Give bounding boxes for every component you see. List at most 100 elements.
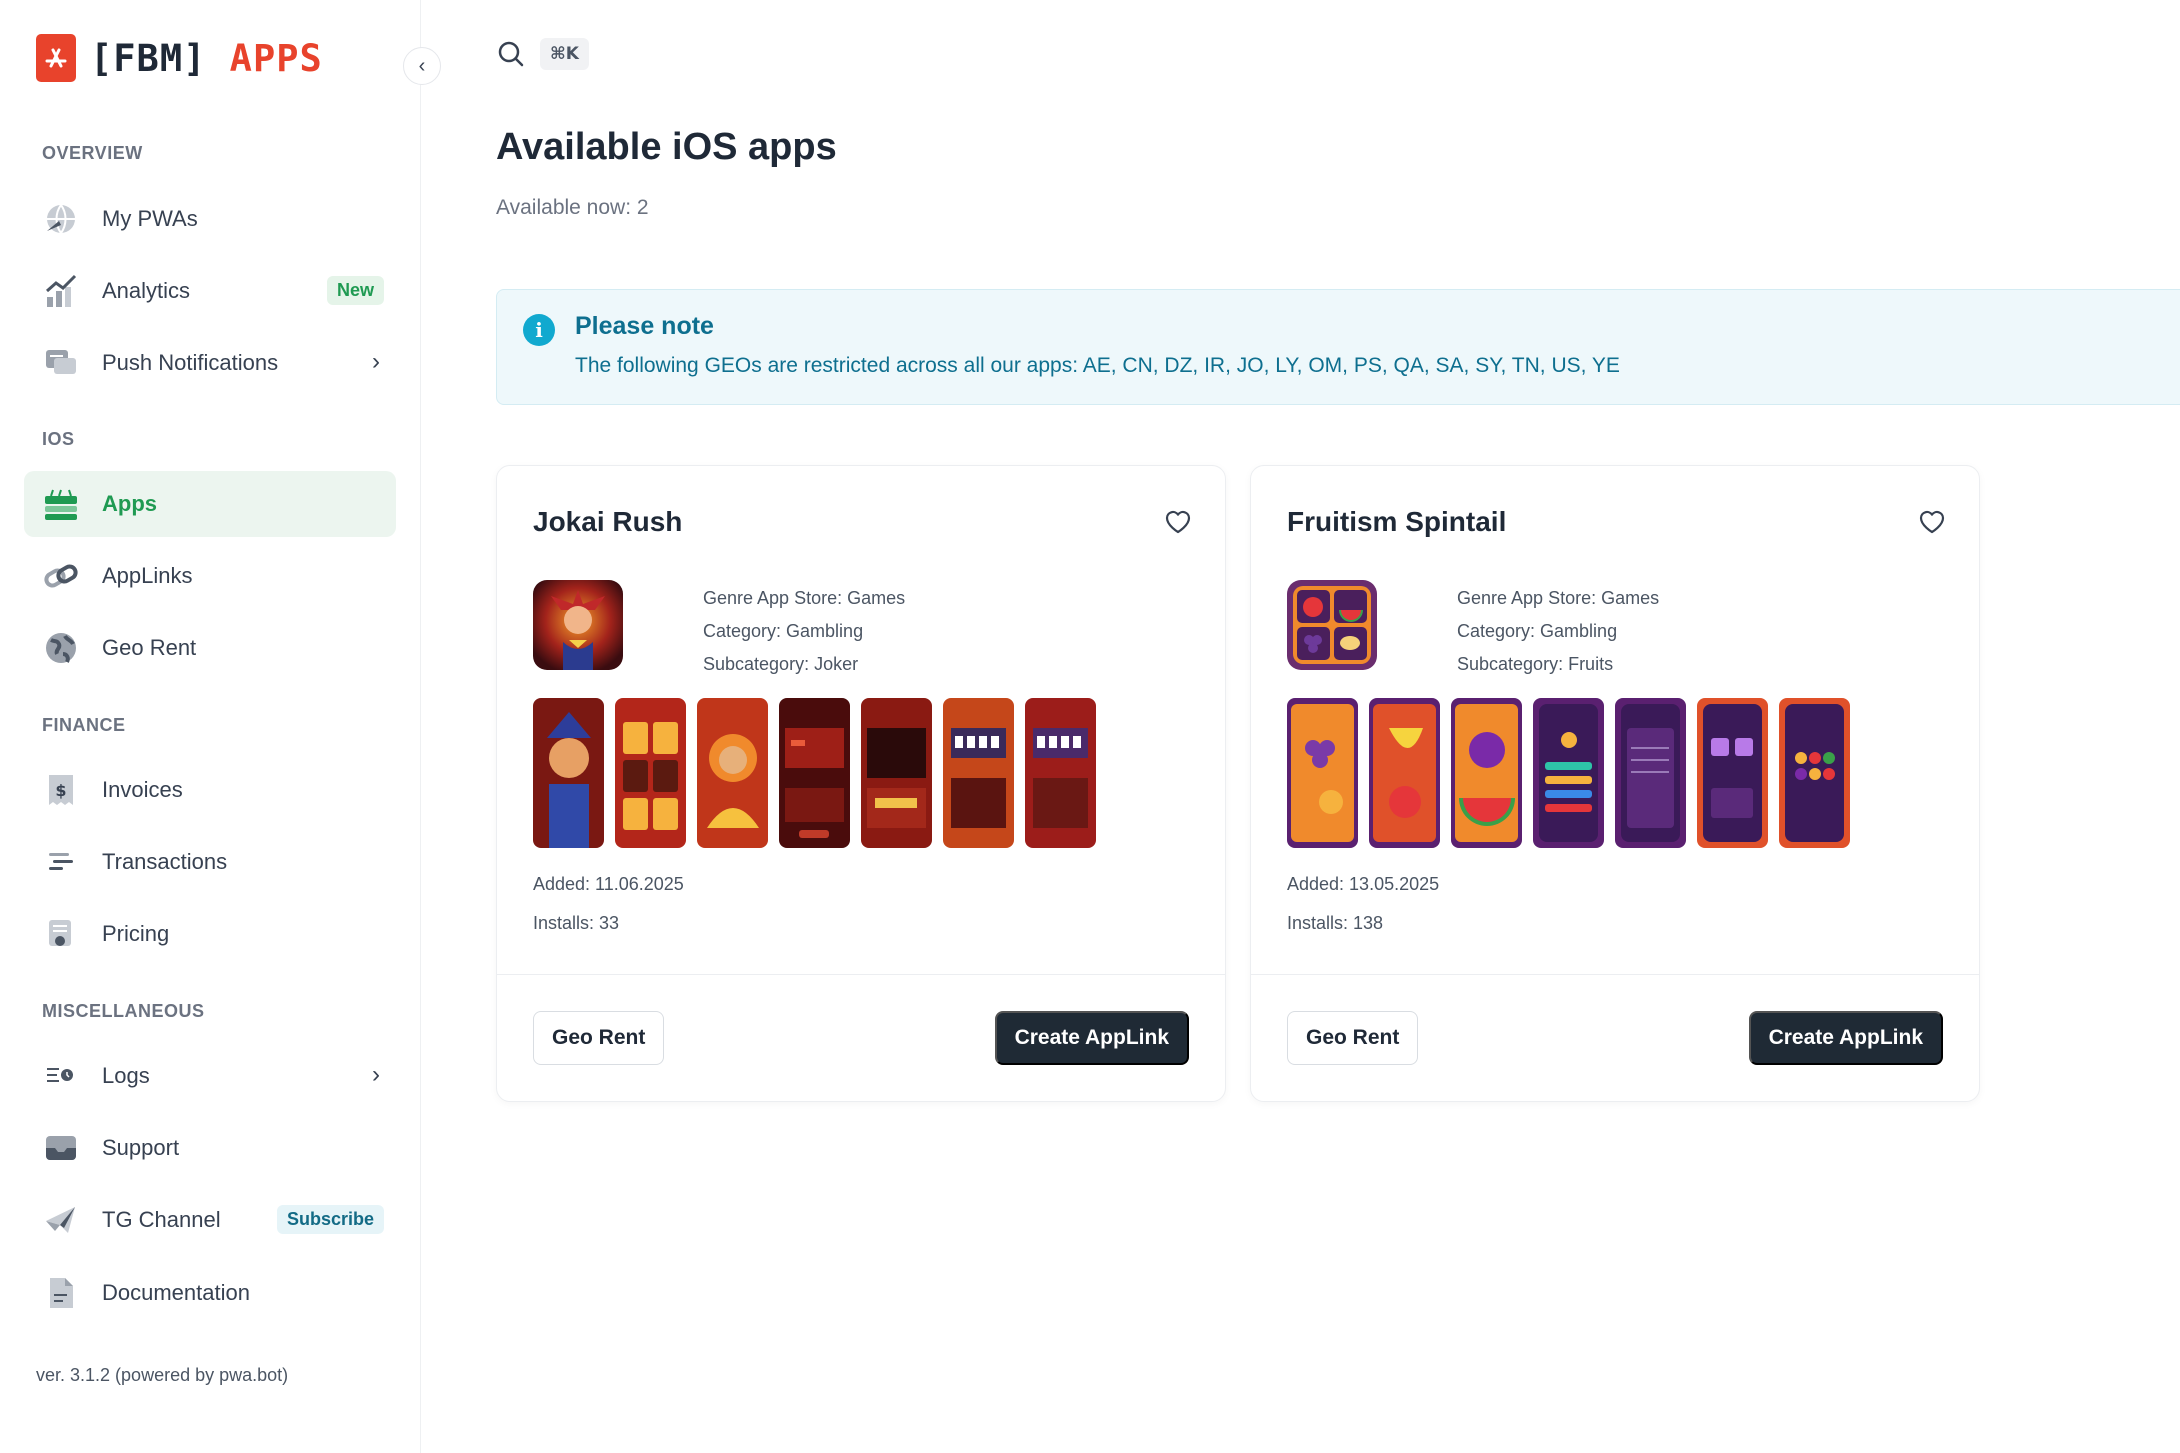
- sidebar-item-pricing[interactable]: Pricing: [24, 901, 396, 967]
- sidebar-item-label: Support: [102, 1135, 180, 1160]
- geo-rent-button[interactable]: Geo Rent: [533, 1011, 665, 1065]
- search-trigger[interactable]: ⌘K: [496, 38, 589, 70]
- genre-text: Genre App Store: Games: [703, 588, 906, 608]
- svg-text:$: $: [55, 781, 66, 800]
- screenshots-row: [1287, 698, 1850, 848]
- card-divider: [1251, 974, 1979, 975]
- section-overview: OVERVIEW: [42, 143, 143, 163]
- sidebar-item-label: AppLinks: [102, 563, 193, 588]
- logo[interactable]: [FBM] APPS: [36, 32, 323, 84]
- invoice-icon: $: [42, 771, 80, 809]
- sidebar-item-label: Pricing: [102, 921, 170, 946]
- sidebar-item-label: Logs: [102, 1063, 150, 1088]
- app-card: Jokai Rush Genre App Store: Games Catego…: [496, 465, 1226, 1102]
- note-title: Please note: [575, 312, 714, 340]
- screenshot-thumbnail[interactable]: [1025, 698, 1096, 848]
- installs-count: Installs: 138: [1287, 913, 1384, 933]
- logo-text: [FBM] APPS: [90, 36, 323, 80]
- screenshot-thumbnail[interactable]: [1533, 698, 1604, 848]
- sidebar-item-label: Push Notifications: [102, 350, 279, 375]
- screenshot-thumbnail[interactable]: [533, 698, 604, 848]
- screenshot-thumbnail[interactable]: [1779, 698, 1850, 848]
- heart-icon[interactable]: [1163, 506, 1193, 536]
- section-miscellaneous: MISCELLANEOUS: [42, 1001, 205, 1021]
- create-applink-button[interactable]: Create AppLink: [994, 1011, 1189, 1065]
- sidebar-item-my-pwas[interactable]: My PWAs: [24, 186, 396, 252]
- sidebar: [FBM] APPS OVERVIEW My PWAs Analytics Ne…: [0, 0, 421, 1453]
- sidebar-item-logs[interactable]: Logs ›: [24, 1043, 396, 1109]
- screenshot-thumbnail[interactable]: [697, 698, 768, 848]
- installs-count: Installs: 33: [533, 913, 620, 933]
- info-icon: i: [523, 314, 555, 346]
- screenshot-thumbnail[interactable]: [1615, 698, 1686, 848]
- added-date: Added: 13.05.2025: [1287, 874, 1440, 894]
- apps-stack-icon: [42, 485, 80, 523]
- globe-icon: [42, 200, 80, 238]
- sidebar-item-applinks[interactable]: AppLinks: [24, 543, 396, 609]
- chevron-left-icon: ‹: [418, 54, 426, 77]
- screenshot-thumbnail[interactable]: [1369, 698, 1440, 848]
- geo-rent-button[interactable]: Geo Rent: [1287, 1011, 1419, 1065]
- sidebar-item-transactions[interactable]: Transactions: [24, 829, 396, 895]
- screenshot-thumbnail[interactable]: [1451, 698, 1522, 848]
- collapse-sidebar-button[interactable]: ‹: [403, 47, 441, 85]
- version-text: ver. 3.1.2 (powered by pwa.bot): [36, 1365, 289, 1385]
- screenshot-thumbnail[interactable]: [615, 698, 686, 848]
- chevron-right-icon: ›: [372, 348, 380, 375]
- screenshots-row: [533, 698, 1096, 848]
- sidebar-item-label: Transactions: [102, 849, 228, 874]
- app-title: Fruitism Spintail: [1287, 506, 1507, 537]
- document-icon: [42, 1274, 80, 1312]
- earth-icon: [42, 629, 80, 667]
- inbox-icon: [42, 1129, 80, 1167]
- sidebar-item-geo-rent[interactable]: Geo Rent: [24, 615, 396, 681]
- logs-icon: [42, 1057, 80, 1095]
- added-date: Added: 11.06.2025: [533, 874, 684, 894]
- sidebar-item-apps[interactable]: Apps: [24, 471, 396, 537]
- screenshot-thumbnail[interactable]: [943, 698, 1014, 848]
- chevron-right-icon: ›: [372, 1061, 380, 1088]
- chat-bubble-icon: [42, 344, 80, 382]
- page-title: Available iOS apps: [496, 126, 837, 168]
- section-ios: IOS: [42, 429, 75, 449]
- sidebar-item-support[interactable]: Support: [24, 1115, 396, 1181]
- sidebar-item-label: Invoices: [102, 777, 183, 802]
- new-badge: New: [326, 276, 384, 305]
- subscribe-badge[interactable]: Subscribe: [276, 1205, 384, 1234]
- sidebar-item-label: My PWAs: [102, 206, 198, 231]
- paper-plane-icon: [42, 1201, 80, 1239]
- sidebar-item-tg-channel[interactable]: TG Channel Subscribe: [24, 1187, 396, 1253]
- subcategory-text: Subcategory: Fruits: [1457, 654, 1614, 674]
- link-icon: [42, 557, 80, 595]
- subcategory-text: Subcategory: Joker: [703, 654, 859, 674]
- app-meta: Genre App Store: Games Category: Gamblin…: [1457, 582, 1659, 681]
- genre-text: Genre App Store: Games: [1457, 588, 1660, 608]
- analytics-icon: [42, 272, 80, 310]
- search-shortcut: ⌘K: [540, 38, 589, 70]
- app-title: Jokai Rush: [533, 506, 683, 537]
- screenshot-thumbnail[interactable]: [1287, 698, 1358, 848]
- category-text: Category: Gambling: [703, 621, 864, 641]
- sidebar-item-label: Apps: [102, 491, 157, 516]
- app-store-logo-icon: [36, 34, 76, 82]
- screenshot-thumbnail[interactable]: [779, 698, 850, 848]
- section-finance: FINANCE: [42, 715, 126, 735]
- sidebar-item-label: Geo Rent: [102, 635, 197, 660]
- heart-icon[interactable]: [1917, 506, 1947, 536]
- category-text: Category: Gambling: [1457, 621, 1618, 641]
- app-meta: Genre App Store: Games Category: Gamblin…: [703, 582, 905, 681]
- sidebar-item-push-notifications[interactable]: Push Notifications ›: [24, 330, 396, 396]
- card-divider: [497, 974, 1225, 975]
- price-tag-icon: [42, 915, 80, 953]
- app-icon-joker: [533, 580, 623, 670]
- screenshot-thumbnail[interactable]: [1697, 698, 1768, 848]
- sidebar-item-label: TG Channel: [102, 1207, 221, 1232]
- sidebar-item-analytics[interactable]: Analytics New: [24, 258, 396, 324]
- sidebar-item-invoices[interactable]: $ Invoices: [24, 757, 396, 823]
- app-icon-fruits: [1287, 580, 1377, 670]
- transactions-icon: [42, 843, 80, 881]
- search-icon: [498, 41, 524, 67]
- screenshot-thumbnail[interactable]: [861, 698, 932, 848]
- sidebar-item-documentation[interactable]: Documentation: [24, 1260, 396, 1326]
- create-applink-button[interactable]: Create AppLink: [1748, 1011, 1943, 1065]
